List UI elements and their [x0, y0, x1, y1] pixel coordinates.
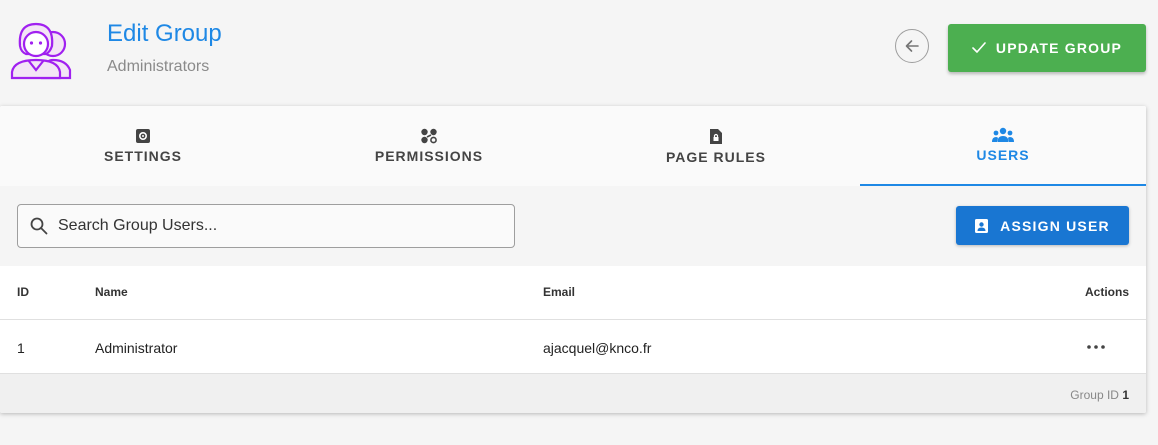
page-header: Edit Group Administrators UPDATE GROUP [0, 0, 1158, 100]
tab-page-rules-label: PAGE RULES [666, 148, 766, 165]
update-group-button[interactable]: UPDATE GROUP [948, 24, 1146, 72]
group-name-subtitle: Administrators [107, 58, 210, 75]
more-horizontal-icon [1087, 345, 1105, 349]
update-group-label: UPDATE GROUP [995, 40, 1123, 56]
tab-settings-label: SETTINGS [103, 148, 182, 164]
users-toolbar: ASSIGN USER [0, 186, 1146, 266]
tab-users-label: USERS [976, 147, 1030, 163]
group-id-label: Group ID [1070, 388, 1119, 402]
column-header-id[interactable]: ID [17, 285, 29, 299]
table-row[interactable]: 1 Administrator ajacquel@knco.fr [0, 320, 1146, 374]
check-icon [972, 42, 986, 53]
group-card: SETTINGS PERMISSIONS PAGE RULES USERS Se… [0, 106, 1146, 413]
page-title: Edit Group [107, 20, 222, 47]
column-header-name[interactable]: Name [95, 285, 128, 299]
users-table: ID Name Email Actions 1 Administrator aj… [0, 266, 1146, 413]
row-name: Administrator [95, 340, 178, 356]
tab-permissions[interactable]: PERMISSIONS [286, 106, 572, 186]
assign-user-button[interactable]: ASSIGN USER [956, 206, 1129, 245]
tab-users[interactable]: USERS [860, 106, 1146, 186]
search-input[interactable] [56, 216, 480, 236]
row-id: 1 [17, 340, 25, 356]
tab-settings[interactable]: SETTINGS [0, 106, 286, 186]
assign-user-icon [975, 219, 989, 233]
search-box [17, 204, 515, 248]
group-id-value: 1 [1122, 388, 1129, 402]
back-button[interactable] [895, 29, 929, 63]
settings-icon [136, 129, 150, 143]
permissions-icon [421, 128, 437, 144]
search-icon [30, 217, 48, 235]
users-icon [992, 127, 1014, 142]
table-header: ID Name Email Actions [0, 266, 1146, 320]
row-email: ajacquel@knco.fr [543, 340, 652, 356]
group-avatar-icon [10, 22, 72, 80]
tab-bar: SETTINGS PERMISSIONS PAGE RULES USERS [0, 106, 1146, 187]
arrow-left-icon [905, 40, 919, 52]
group-id-footer: Group ID 1 [1070, 388, 1129, 402]
page-lock-icon [710, 128, 722, 144]
tab-page-rules[interactable]: PAGE RULES [573, 106, 859, 186]
assign-user-label: ASSIGN USER [1000, 217, 1110, 234]
row-actions-button[interactable] [1084, 338, 1108, 356]
column-header-actions: Actions [1084, 285, 1129, 299]
tab-permissions-label: PERMISSIONS [374, 148, 484, 164]
column-header-email[interactable]: Email [543, 285, 575, 299]
table-footer: Group ID 1 [0, 374, 1146, 413]
